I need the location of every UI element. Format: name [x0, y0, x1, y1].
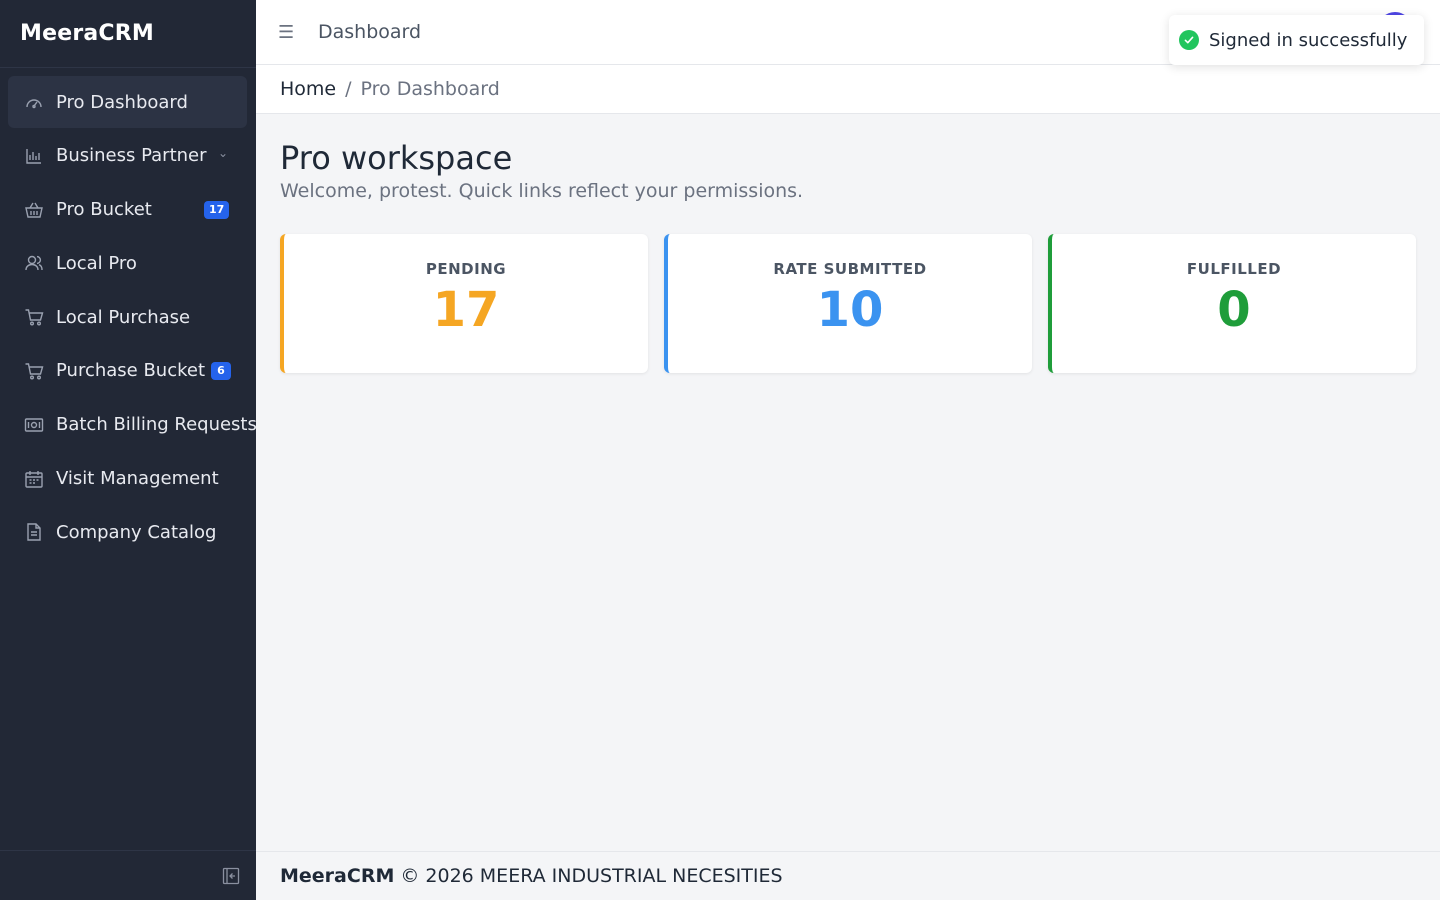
basket-icon: [24, 200, 44, 220]
toast-message: Signed in successfully: [1209, 29, 1408, 51]
collapse-sidebar-icon[interactable]: [222, 867, 240, 885]
brand-logo[interactable]: MeeraCRM: [0, 0, 256, 68]
hamburger-menu-icon[interactable]: ☰: [278, 22, 298, 43]
count-badge: 17: [204, 200, 230, 219]
stat-card-rate-submitted[interactable]: RATE SUBMITTED 10: [664, 234, 1032, 373]
page-subtitle: Welcome, protest. Quick links reflect yo…: [280, 180, 804, 202]
sidebar-footer: [0, 850, 256, 900]
breadcrumb-separator: /: [345, 78, 352, 100]
breadcrumb-current: Pro Dashboard: [360, 78, 500, 100]
sidebar-item-label: Purchase Bucket: [56, 360, 206, 382]
check-circle-icon: [1179, 30, 1199, 50]
page-footer: MeeraCRM © 2026 MEERA INDUSTRIAL NECESIT…: [256, 851, 1440, 900]
sidebar-item-label: Visit Management: [56, 468, 219, 490]
stat-card-value: 0: [1217, 282, 1251, 338]
sidebar: MeeraCRM Pro Dashboard Business Partner …: [0, 0, 257, 900]
sidebar-item-visit-management[interactable]: Visit Management: [8, 453, 247, 505]
footer-copyright: © 2026 MEERA INDUSTRIAL NECESITIES: [400, 865, 783, 887]
sidebar-item-pro-dashboard[interactable]: Pro Dashboard: [8, 76, 247, 128]
breadcrumb-home-link[interactable]: Home: [280, 78, 336, 100]
sidebar-item-label: Company Catalog: [56, 521, 217, 543]
sidebar-item-label: Business Partner: [56, 145, 207, 167]
stat-card-label: PENDING: [425, 260, 507, 278]
stat-card-label: RATE SUBMITTED: [773, 260, 927, 278]
gauge-icon: [24, 92, 44, 112]
sidebar-item-label: Pro Bucket: [56, 199, 152, 221]
calendar-icon: [24, 469, 44, 489]
chart-icon: [24, 146, 44, 166]
stat-card-label: FULFILLED: [1186, 260, 1282, 278]
sidebar-item-label: Local Purchase: [56, 306, 191, 328]
sidebar-item-batch-billing-requests[interactable]: Batch Billing Requests: [8, 399, 257, 451]
sidebar-item-local-purchase[interactable]: Local Purchase: [8, 291, 247, 343]
sidebar-item-label: Batch Billing Requests: [56, 414, 257, 436]
sidebar-item-purchase-bucket[interactable]: Purchase Bucket 6: [8, 345, 247, 397]
stat-card-value: 10: [816, 282, 884, 338]
sidebar-item-local-pro[interactable]: Local Pro: [8, 237, 247, 289]
count-badge: 6: [211, 361, 231, 380]
sidebar-item-label: Local Pro: [56, 252, 137, 274]
main-content: Pro workspace Welcome, protest. Quick li…: [256, 114, 1440, 851]
stat-cards: PENDING 17 RATE SUBMITTED 10 FULFILLED 0: [280, 234, 1416, 373]
users-icon: [24, 253, 44, 273]
stat-card-pending[interactable]: PENDING 17: [280, 234, 648, 373]
footer-brand: MeeraCRM: [280, 865, 395, 887]
bill-icon: [24, 415, 44, 435]
sidebar-item-company-catalog[interactable]: Company Catalog: [8, 506, 247, 558]
chevron-down-icon[interactable]: ⌄: [218, 146, 228, 160]
cart-icon: [24, 361, 44, 381]
sidebar-item-business-partner[interactable]: Business Partner ⌄: [8, 130, 247, 182]
toast-notification[interactable]: Signed in successfully: [1169, 15, 1424, 65]
page-title: Pro workspace: [280, 139, 513, 177]
document-icon: [24, 522, 44, 542]
cart-icon: [24, 307, 44, 327]
sidebar-item-label: Pro Dashboard: [56, 91, 188, 113]
breadcrumb: Home / Pro Dashboard: [256, 65, 1440, 114]
sidebar-item-pro-bucket[interactable]: Pro Bucket 17: [8, 184, 247, 236]
stat-card-value: 17: [432, 282, 500, 338]
topbar-title: Dashboard: [318, 21, 422, 43]
sidebar-nav: Pro Dashboard Business Partner ⌄ Pro Buc…: [0, 68, 257, 558]
stat-card-fulfilled[interactable]: FULFILLED 0: [1048, 234, 1416, 373]
